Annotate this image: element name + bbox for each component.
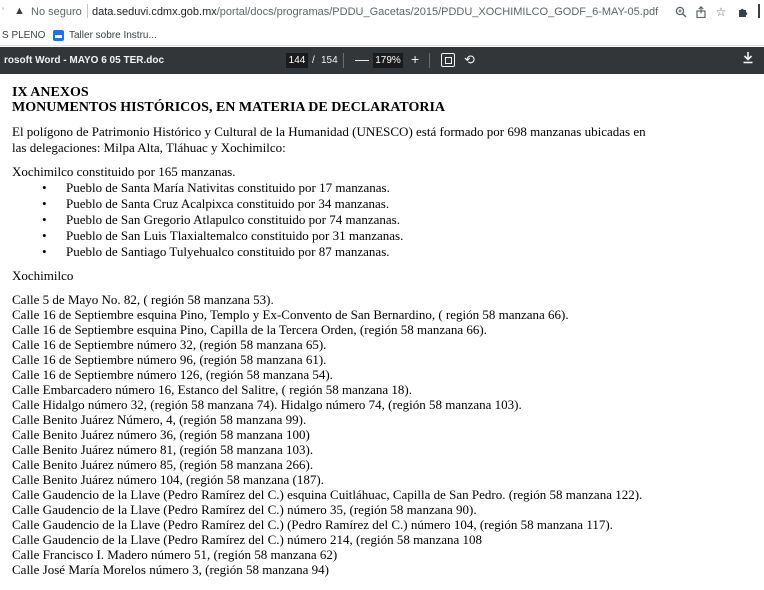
fit-page-icon[interactable]: [441, 53, 455, 67]
list-item: Pueblo de Santiago Tulyehualco constitui…: [42, 244, 390, 260]
pdf-toolbar: rosoft Word - MAYO 6 05 TER.doc 144 / 15…: [0, 47, 764, 74]
paragraph-line: las delegaciones: Milpa Alta, Tláhuac y …: [12, 140, 286, 155]
paragraph-line: El polígono de Patrimonio Histórico y Cu…: [12, 124, 646, 139]
bookmark-label: Taller sobre Instru...: [69, 30, 157, 41]
entry-line: Calle Embarcadero número 16, Estanco del…: [12, 382, 412, 397]
zoom-icon[interactable]: [672, 3, 690, 21]
list-item-text: Pueblo de San Luis Tlaxialtemalco consti…: [66, 228, 404, 243]
entry-line: Calle 16 de Septiembre número 126, (regi…: [12, 367, 333, 382]
tab-edge-fragment: ': [2, 6, 5, 18]
entry-line: Calle Gaudencio de la Llave (Pedro Ramír…: [12, 532, 483, 547]
not-secure-label[interactable]: No seguro: [31, 6, 82, 18]
page-number-input[interactable]: 144: [286, 53, 308, 68]
bookmark-label: S PLENO: [2, 30, 46, 41]
list-item-text: Pueblo de Santa María Nativitas constitu…: [66, 180, 390, 195]
url-divider: [87, 4, 88, 18]
entry-line: Calle Gaudencio de la Llave (Pedro Ramír…: [12, 487, 643, 502]
entry-line: Calle Benito Juárez número 36, (región 5…: [12, 427, 310, 442]
bookmarks-bar: S PLENO Taller sobre Instru...: [0, 26, 764, 46]
toolbar-divider: [429, 53, 430, 68]
zoom-in-button[interactable]: +: [411, 51, 419, 67]
star-icon[interactable]: ☆: [712, 3, 730, 21]
list-item-text: Pueblo de San Gregorio Atlapulco constit…: [66, 212, 400, 227]
page-separator: /: [312, 55, 315, 66]
toolbar-divider: [343, 53, 344, 68]
total-pages: 154: [321, 55, 338, 66]
download-icon[interactable]: [742, 51, 754, 67]
xochimilco-intro: Xochimilco constituido por 165 manzanas.: [12, 164, 236, 179]
entry-line: Calle 16 de Septiembre número 32, (regió…: [12, 337, 327, 352]
list-item-text: Pueblo de Santiago Tulyehualco constitui…: [66, 244, 390, 259]
heading-monumentos: MONUMENTOS HISTÓRICOS, EN MATERIA DE DEC…: [12, 100, 446, 115]
profile-edge-fragment: [758, 4, 760, 18]
bookmark-pleno[interactable]: S PLENO: [2, 30, 45, 41]
pdf-document-title: rosoft Word - MAYO 6 05 TER.doc: [4, 55, 165, 66]
bookmark-favicon-icon: [53, 30, 64, 41]
heading-anexos: IX ANEXOS: [12, 85, 89, 100]
url-path: /portal/docs/programas/PDDU_Gacetas/2015…: [216, 6, 659, 18]
entry-line: Calle Francisco I. Madero número 51, (re…: [12, 547, 338, 562]
list-item: Pueblo de San Luis Tlaxialtemalco consti…: [42, 228, 403, 244]
entry-line: Calle Gaudencio de la Llave (Pedro Ramír…: [12, 517, 613, 532]
entry-line: Calle 16 de Septiembre número 96, (regió…: [12, 352, 327, 367]
share-icon[interactable]: [692, 3, 710, 21]
entry-line: Calle Gaudencio de la Llave (Pedro Ramír…: [12, 502, 477, 517]
entry-line: Calle Benito Juárez número 81, (región 5…: [12, 442, 314, 457]
entry-line: Calle 16 de Septiembre esquina Pino, Cap…: [12, 322, 487, 337]
entry-line: Calle 5 de Mayo No. 82, ( región 58 manz…: [12, 292, 274, 307]
entry-line: Calle Benito Juárez número 85, (región 5…: [12, 457, 314, 472]
list-item: Pueblo de Santa María Nativitas constitu…: [42, 180, 390, 196]
rotate-icon[interactable]: ⟲: [464, 52, 475, 68]
address-bar[interactable]: ' ▲ No seguro data.seduvi.cdmx.gob.mx/po…: [0, 0, 764, 26]
entry-line: Calle Benito Juárez número 104, (región …: [12, 472, 324, 487]
list-item: Pueblo de Santa Cruz Acalpixca constitui…: [42, 196, 389, 212]
entry-line: Calle Hidalgo número 32, (región 58 manz…: [12, 397, 522, 412]
url-text[interactable]: data.seduvi.cdmx.gob.mx/portal/docs/prog…: [92, 6, 658, 18]
zoom-out-button[interactable]: —: [355, 51, 369, 67]
extensions-icon[interactable]: [734, 3, 752, 21]
section-label: Xochimilco: [12, 268, 74, 283]
list-item: Pueblo de San Gregorio Atlapulco constit…: [42, 212, 400, 228]
url-host: data.seduvi.cdmx.gob.mx: [92, 6, 217, 18]
entry-line: Calle José María Morelos número 3, (regi…: [12, 562, 329, 577]
warning-icon[interactable]: ▲: [14, 5, 25, 17]
bookmark-taller[interactable]: Taller sobre Instru...: [53, 30, 157, 41]
zoom-input[interactable]: 179%: [373, 53, 403, 68]
entry-line: Calle Benito Juárez Número, 4, (región 5…: [12, 412, 307, 427]
pdf-page: IX ANEXOS MONUMENTOS HISTÓRICOS, EN MATE…: [0, 75, 764, 590]
list-item-text: Pueblo de Santa Cruz Acalpixca constitui…: [66, 196, 390, 211]
entry-line: Calle 16 de Septiembre esquina Pino, Tem…: [12, 307, 569, 322]
